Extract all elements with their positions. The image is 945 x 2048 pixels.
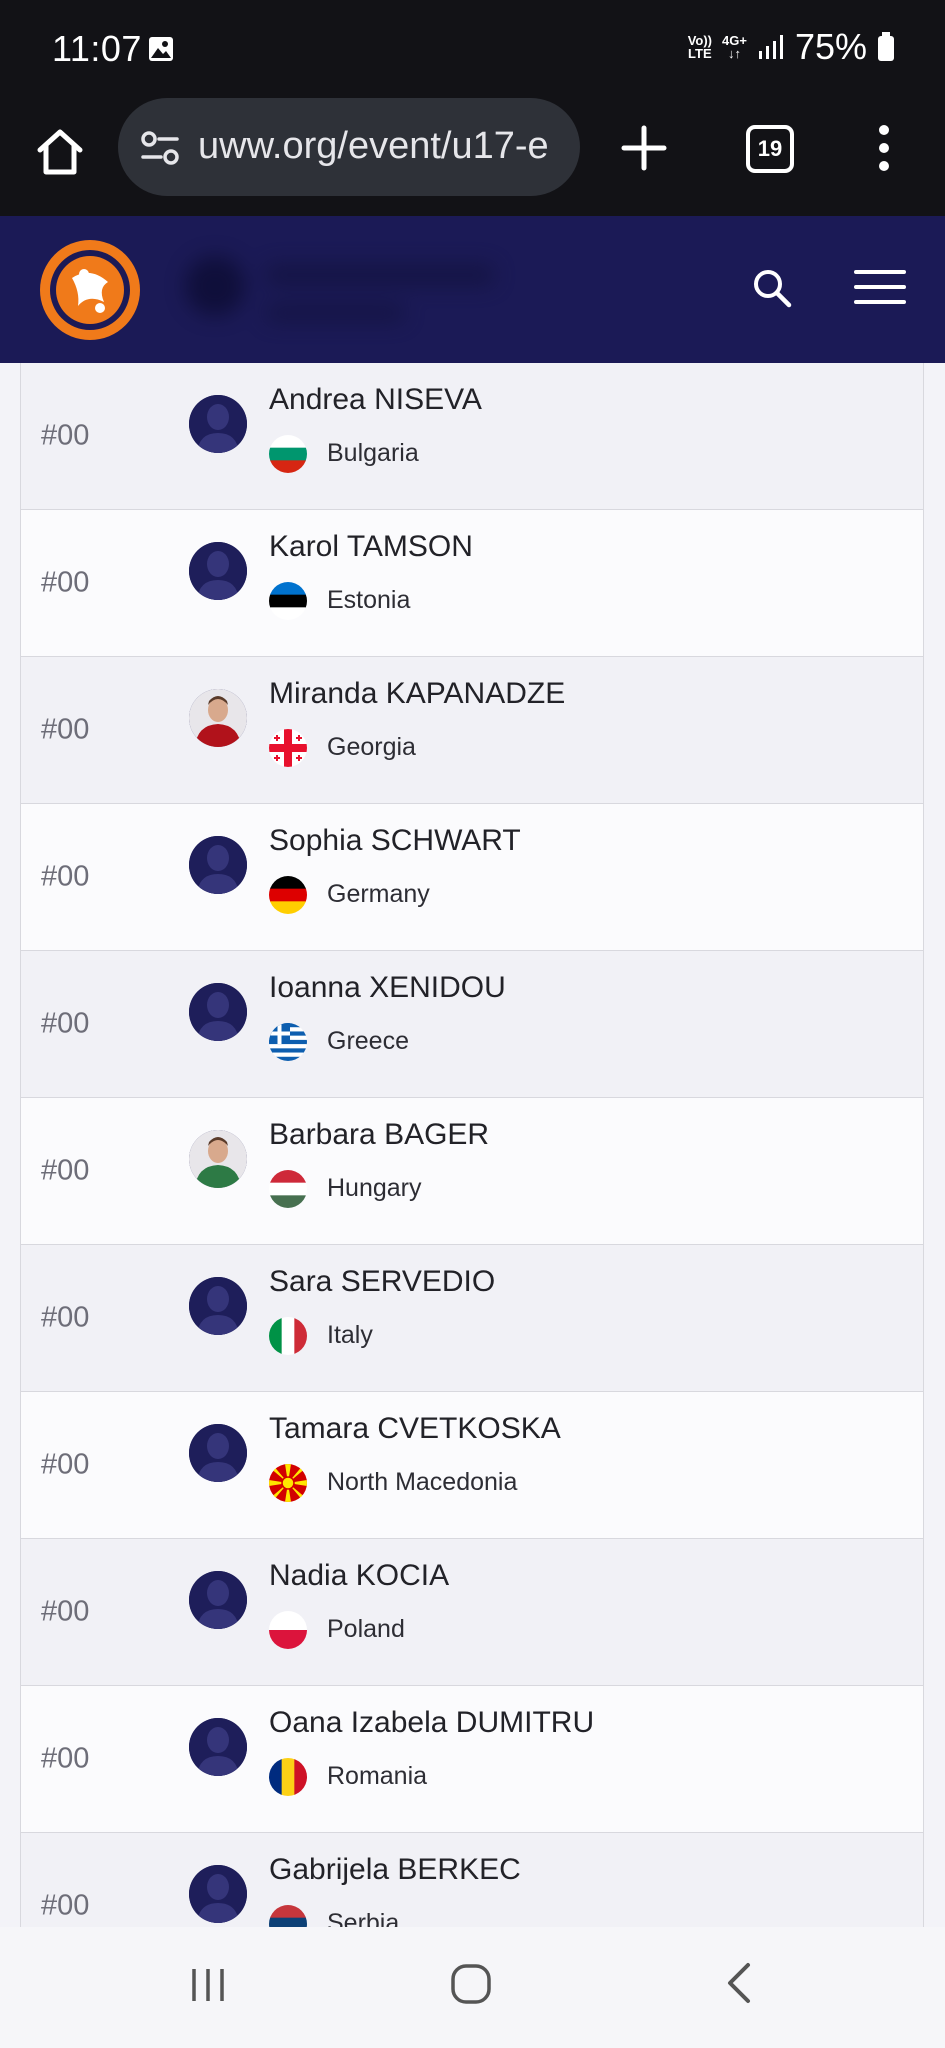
url-text[interactable]: uww.org/event/u17-e [198,125,568,168]
athlete-name[interactable]: Tamara CVETKOSKA [269,1412,561,1446]
athlete-row[interactable]: #00 Miranda KAPANADZE Georgia [20,657,924,804]
germany-flag-icon [269,876,307,914]
athlete-name[interactable]: Andrea NISEVA [269,383,482,417]
athlete-name[interactable]: Miranda KAPANADZE [269,677,565,711]
country-name: Georgia [327,733,416,761]
athlete-row[interactable]: #00 Gabrijela BERKEC Serbia [20,1833,924,1927]
plus-icon[interactable] [620,124,668,172]
hungary-flag-icon [269,1170,307,1208]
bulgaria-flag-icon [269,435,307,473]
country-name: Estonia [327,586,411,614]
athlete-avatar [189,983,247,1041]
country-name: Germany [327,880,430,908]
seed-number: #00 [41,1154,90,1187]
seed-number: #00 [41,1742,90,1775]
seed-number: #00 [41,1595,90,1628]
athlete-row[interactable]: #00 Andrea NISEVA Bulgaria [20,363,924,510]
hamburger-icon[interactable] [854,270,906,308]
home-icon[interactable] [34,126,86,178]
athlete-name[interactable]: Karol TAMSON [269,530,473,564]
seed-number: #00 [41,419,90,452]
athlete-avatar [189,1130,247,1188]
country-name: Bulgaria [327,439,419,467]
signal-icon [758,35,783,59]
tune-icon[interactable] [140,130,180,166]
athlete-row[interactable]: #00 Karol TAMSON Estonia [20,510,924,657]
athlete-avatar [189,689,247,747]
address-bar[interactable]: uww.org/event/u17-e [118,98,580,196]
search-icon[interactable] [752,268,792,308]
athlete-avatar [189,1865,247,1923]
seed-number: #00 [41,1889,90,1922]
athlete-list: #00 Andrea NISEVA Bulgaria #00 Karol TAMSON E… [0,363,945,1927]
country-name: Greece [327,1027,409,1055]
country-name: North Macedonia [327,1468,518,1496]
athlete-avatar [189,1571,247,1629]
volte-indicator: Vo)) LTE [687,33,712,61]
georgia-flag-icon [269,729,307,767]
athlete-avatar [189,836,247,894]
seed-number: #00 [41,1448,90,1481]
greece-flag-icon [269,1023,307,1061]
browser-toolbar: uww.org/event/u17-e 19 [0,98,945,217]
system-nav-bar [0,1927,945,2048]
country-name: Hungary [327,1174,422,1202]
poland-flag-icon [269,1611,307,1649]
blurred-team-info [185,246,515,341]
athlete-name[interactable]: Ioanna XENIDOU [269,971,506,1005]
north-macedonia-flag-icon [269,1464,307,1502]
data-indicator: 4G+ ↓↑ [722,33,747,61]
seed-number: #00 [41,1301,90,1334]
status-bar: 11:07 Vo)) LTE 4G+ ↓↑ 75% [0,0,945,98]
athlete-row[interactable]: #00 Ioanna XENIDOU Greece [20,951,924,1098]
athlete-row[interactable]: #00 Sara SERVEDIO Italy [20,1245,924,1392]
status-time: 11:07 [52,28,142,69]
home-circle-icon[interactable] [450,1963,492,2005]
italy-flag-icon [269,1317,307,1355]
athlete-name[interactable]: Sara SERVEDIO [269,1265,495,1299]
athlete-avatar [189,1277,247,1335]
athlete-row[interactable]: #00 Sophia SCHWART Germany [20,804,924,951]
athlete-name[interactable]: Gabrijela BERKEC [269,1853,521,1887]
athlete-avatar [189,1424,247,1482]
battery-icon [878,32,894,61]
country-name: Serbia [327,1909,400,1927]
athlete-name[interactable]: Nadia KOCIA [269,1559,449,1593]
athlete-name[interactable]: Oana Izabela DUMITRU [269,1706,594,1740]
tab-switcher-button[interactable]: 19 [746,125,794,173]
recents-icon[interactable] [188,1965,228,2005]
back-chevron-icon[interactable] [720,1961,760,2005]
athlete-row[interactable]: #00 Tamara CVETKOSKA North Macedonia [20,1392,924,1539]
athlete-avatar [189,395,247,453]
country-name: Romania [327,1762,428,1790]
seed-number: #00 [41,566,90,599]
status-indicators: Vo)) LTE 4G+ ↓↑ 75% [688,26,895,68]
country-name: Italy [327,1321,373,1349]
uww-logo[interactable] [38,238,142,342]
athlete-name[interactable]: Sophia SCHWART [269,824,521,858]
seed-number: #00 [41,1007,90,1040]
site-header [0,216,945,363]
athlete-name[interactable]: Barbara BAGER [269,1118,489,1152]
seed-number: #00 [41,713,90,746]
serbia-flag-icon [269,1905,307,1927]
athlete-avatar [189,542,247,600]
country-name: Poland [327,1615,405,1643]
athlete-row[interactable]: #00 Nadia KOCIA Poland [20,1539,924,1686]
gallery-notification-icon [149,37,173,61]
athlete-avatar [189,1718,247,1776]
battery-percent: 75% [794,26,867,67]
seed-number: #00 [41,860,90,893]
athlete-row[interactable]: #00 Oana Izabela DUMITRU Romania [20,1686,924,1833]
estonia-flag-icon [269,582,307,620]
athlete-row[interactable]: #00 Barbara BAGER Hungary [20,1098,924,1245]
romania-flag-icon [269,1758,307,1796]
more-vert-icon[interactable] [874,124,894,172]
